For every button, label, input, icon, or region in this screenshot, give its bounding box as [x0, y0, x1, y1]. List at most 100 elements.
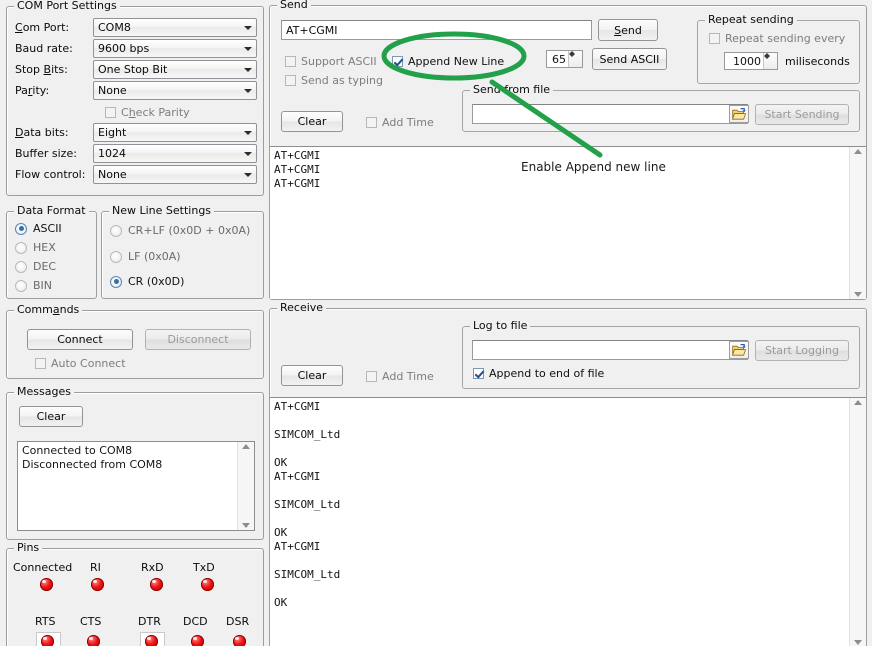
- chevron-down-icon: [240, 124, 256, 141]
- data-format-option-ascii[interactable]: ASCII: [15, 222, 62, 235]
- repeat-interval-value: 1000: [725, 53, 763, 69]
- new-line-option-cr[interactable]: CR (0x0D): [110, 275, 184, 288]
- new-line-option-crlf[interactable]: CR+LF (0x0D + 0x0A): [110, 224, 250, 237]
- send-from-file-browse-button[interactable]: [729, 105, 749, 123]
- pins-group: Pins Connected RI RxD TxD RTS CTS DTR DC…: [6, 548, 264, 646]
- receive-log[interactable]: AT+CGMI SIMCOM_Ltd OK AT+CGMI SIMCOM_Ltd…: [270, 397, 866, 646]
- data-format-option-bin[interactable]: BIN: [15, 279, 52, 292]
- send-log-scrollbar[interactable]: [849, 147, 866, 299]
- send-add-time-checkbox[interactable]: Add Time: [366, 116, 434, 129]
- messages-clear-button[interactable]: Clear: [19, 406, 83, 427]
- send-from-file-path-input[interactable]: [472, 104, 748, 124]
- commands-group: Commands Connect Disconnect Auto Connect: [6, 310, 264, 379]
- log-to-file-group: Log to file Start Logging Append to end …: [462, 326, 860, 389]
- stepper-down-icon[interactable]: [569, 54, 582, 57]
- pin-label-txd: TxD: [193, 561, 215, 574]
- repeat-sending-title: Repeat sending: [705, 14, 797, 25]
- disconnect-button[interactable]: Disconnect: [145, 329, 251, 350]
- scroll-up-icon[interactable]: [854, 149, 862, 154]
- buffer-size-label: Buffer size:: [15, 147, 77, 160]
- parity-select[interactable]: None: [93, 81, 257, 100]
- pin-led-rxd: [150, 578, 163, 591]
- log-to-file-title: Log to file: [470, 320, 530, 331]
- support-ascii-checkbox[interactable]: Support ASCII: [285, 55, 377, 68]
- repeat-sending-group: Repeat sending Repeat sending every 1000…: [697, 20, 860, 84]
- radio-dot: [110, 225, 122, 237]
- send-ascii-button[interactable]: Send ASCII: [592, 48, 667, 70]
- checkbox-box: [105, 107, 116, 118]
- baud-rate-select[interactable]: 9600 bps: [93, 39, 257, 58]
- com-port-select[interactable]: COM8: [93, 18, 257, 37]
- messages-log[interactable]: Connected to COM8 Disconnected from COM8: [17, 441, 255, 531]
- stepper-down-icon[interactable]: [764, 56, 777, 59]
- radio-dot: [15, 280, 27, 292]
- append-to-end-of-file-checkbox[interactable]: Append to end of file: [473, 367, 604, 380]
- pin-led-connected: [40, 578, 53, 591]
- append-new-line-checkbox[interactable]: Append New Line: [392, 55, 504, 68]
- log-to-file-path-input[interactable]: [472, 340, 748, 360]
- chevron-down-icon: [240, 19, 256, 36]
- pin-label-rts: RTS: [35, 615, 56, 628]
- flow-control-select[interactable]: None: [93, 165, 257, 184]
- auto-connect-checkbox[interactable]: Auto Connect: [35, 357, 126, 370]
- checkbox-box: [366, 371, 377, 382]
- stop-bits-select[interactable]: One Stop Bit: [93, 60, 257, 79]
- send-from-file-title: Send from file: [470, 84, 553, 95]
- repeat-interval-stepper[interactable]: 1000: [724, 52, 778, 70]
- chevron-down-icon: [240, 82, 256, 99]
- send-as-typing-checkbox[interactable]: Send as typing: [285, 74, 383, 87]
- new-line-option-lf[interactable]: LF (0x0A): [110, 250, 181, 263]
- messages-title: Messages: [14, 386, 74, 397]
- checkbox-box: [285, 56, 296, 67]
- receive-title: Receive: [277, 302, 326, 313]
- send-group: Send AT+CGMI Send Support ASCII Append N…: [269, 5, 867, 300]
- com-port-label: Com Port:: [15, 21, 69, 34]
- data-bits-label: Data bits:: [15, 126, 69, 139]
- com-port-settings-group: COM Port Settings Com Port: COM8 Baud ra…: [6, 6, 264, 196]
- parity-label: Parity:: [15, 84, 49, 97]
- scroll-down-icon[interactable]: [854, 292, 862, 297]
- messages-group: Messages Clear Connected to COM8 Disconn…: [6, 392, 264, 540]
- scroll-up-icon[interactable]: [854, 400, 862, 405]
- pin-led-dsr: [233, 635, 246, 646]
- new-line-settings-title: New Line Settings: [109, 205, 214, 216]
- pin-label-dsr: DSR: [226, 615, 249, 628]
- stepper-buttons[interactable]: [568, 51, 582, 67]
- start-sending-button[interactable]: Start Sending: [755, 104, 849, 125]
- scroll-down-icon[interactable]: [854, 640, 862, 645]
- pin-led-txd: [201, 578, 214, 591]
- data-bits-select[interactable]: Eight: [93, 123, 257, 142]
- receive-add-time-checkbox[interactable]: Add Time: [366, 370, 434, 383]
- baud-rate-label: Baud rate:: [15, 42, 73, 55]
- connect-button[interactable]: Connect: [27, 329, 133, 350]
- ascii-code-stepper[interactable]: 65: [546, 50, 583, 68]
- check-parity-checkbox[interactable]: Check Parity: [105, 106, 190, 119]
- new-line-settings-group: New Line Settings CR+LF (0x0D + 0x0A) LF…: [101, 211, 264, 299]
- data-format-option-dec[interactable]: DEC: [15, 260, 56, 273]
- data-format-option-hex[interactable]: HEX: [15, 241, 56, 254]
- pin-label-dtr: DTR: [138, 615, 161, 628]
- checkbox-box: [285, 75, 296, 86]
- pin-label-connected: Connected: [13, 561, 72, 574]
- log-to-file-browse-button[interactable]: [729, 341, 749, 359]
- stepper-buttons[interactable]: [763, 53, 777, 69]
- send-command-input[interactable]: AT+CGMI: [281, 20, 592, 40]
- receive-clear-button[interactable]: Clear: [281, 365, 343, 386]
- repeat-sending-checkbox[interactable]: Repeat sending every: [709, 32, 845, 45]
- scroll-up-icon[interactable]: [242, 444, 250, 449]
- pin-label-ri: RI: [90, 561, 101, 574]
- radio-dot: [15, 242, 27, 254]
- receive-log-scrollbar[interactable]: [849, 398, 866, 646]
- scroll-down-icon[interactable]: [242, 523, 250, 528]
- send-clear-button[interactable]: Clear: [281, 111, 343, 132]
- radio-dot: [110, 251, 122, 263]
- send-from-file-group: Send from file Start Sending: [462, 90, 860, 132]
- radio-dot: [15, 223, 27, 235]
- start-logging-button[interactable]: Start Logging: [755, 340, 849, 361]
- radio-dot: [110, 276, 122, 288]
- buffer-size-select[interactable]: 1024: [93, 144, 257, 163]
- receive-group: Receive Clear Add Time Log to file Start…: [269, 308, 867, 646]
- messages-log-scrollbar[interactable]: [237, 442, 254, 530]
- receive-log-text: AT+CGMI SIMCOM_Ltd OK AT+CGMI SIMCOM_Ltd…: [270, 398, 849, 646]
- send-button[interactable]: Send: [598, 19, 658, 41]
